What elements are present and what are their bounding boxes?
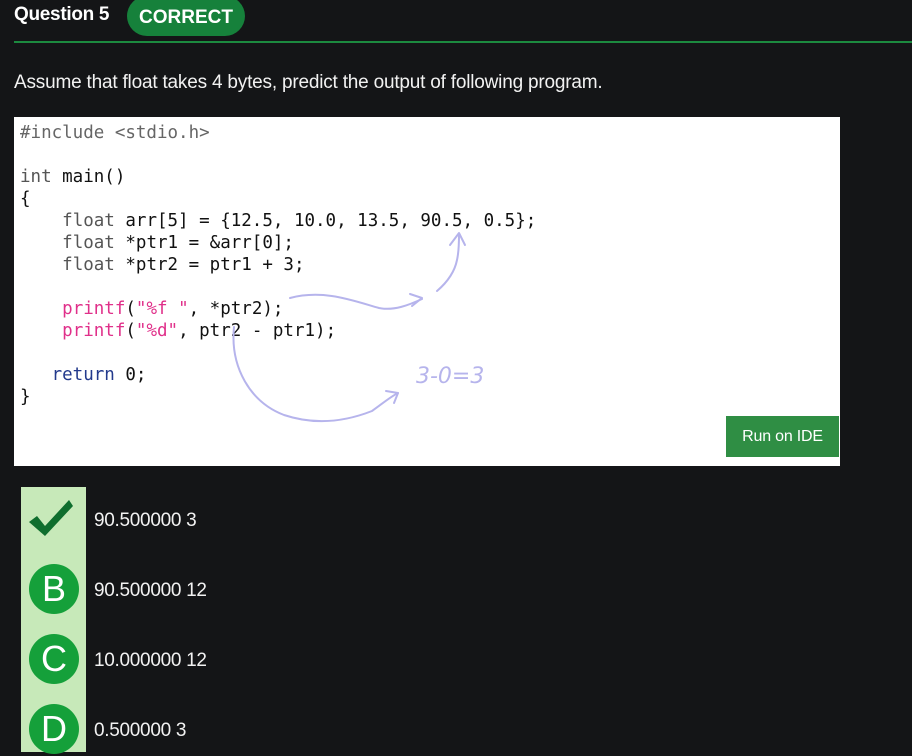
- annotation-arrow-up-head: [449, 232, 466, 246]
- handwritten-annotation: 3-0=3: [232, 232, 484, 423]
- option-b-text: 90.500000 12: [94, 580, 207, 601]
- run-on-ide-button[interactable]: Run on IDE: [726, 416, 839, 457]
- option-c-marker: C: [29, 634, 79, 684]
- code-block: #include <stdio.h> int main() { float ar…: [14, 117, 840, 466]
- question-number: Question 5: [14, 4, 110, 25]
- question-prompt: Assume that float takes 4 bytes, predict…: [14, 72, 603, 93]
- question-header: Question 5 CORRECT: [0, 0, 912, 42]
- annotation-note: 3-0=3: [416, 364, 484, 389]
- option-b-marker: B: [29, 564, 79, 614]
- status-badge: CORRECT: [127, 0, 245, 36]
- annotation-curve-right: [289, 293, 423, 310]
- annotation-curve-down: [232, 326, 399, 423]
- option-a[interactable]: 90.500000 3: [21, 490, 421, 546]
- option-c[interactable]: C 10.000000 12: [21, 630, 421, 686]
- option-b[interactable]: B 90.500000 12: [21, 560, 421, 616]
- header-divider: [14, 41, 912, 43]
- option-d-text: 0.500000 3: [94, 720, 187, 741]
- option-d-marker: D: [29, 704, 79, 754]
- option-c-text: 10.000000 12: [94, 650, 207, 671]
- annotation-arrow-up: [436, 234, 460, 292]
- option-a-text: 90.500000 3: [94, 510, 197, 531]
- check-icon: [29, 500, 73, 536]
- option-d[interactable]: D 0.500000 3: [21, 700, 421, 756]
